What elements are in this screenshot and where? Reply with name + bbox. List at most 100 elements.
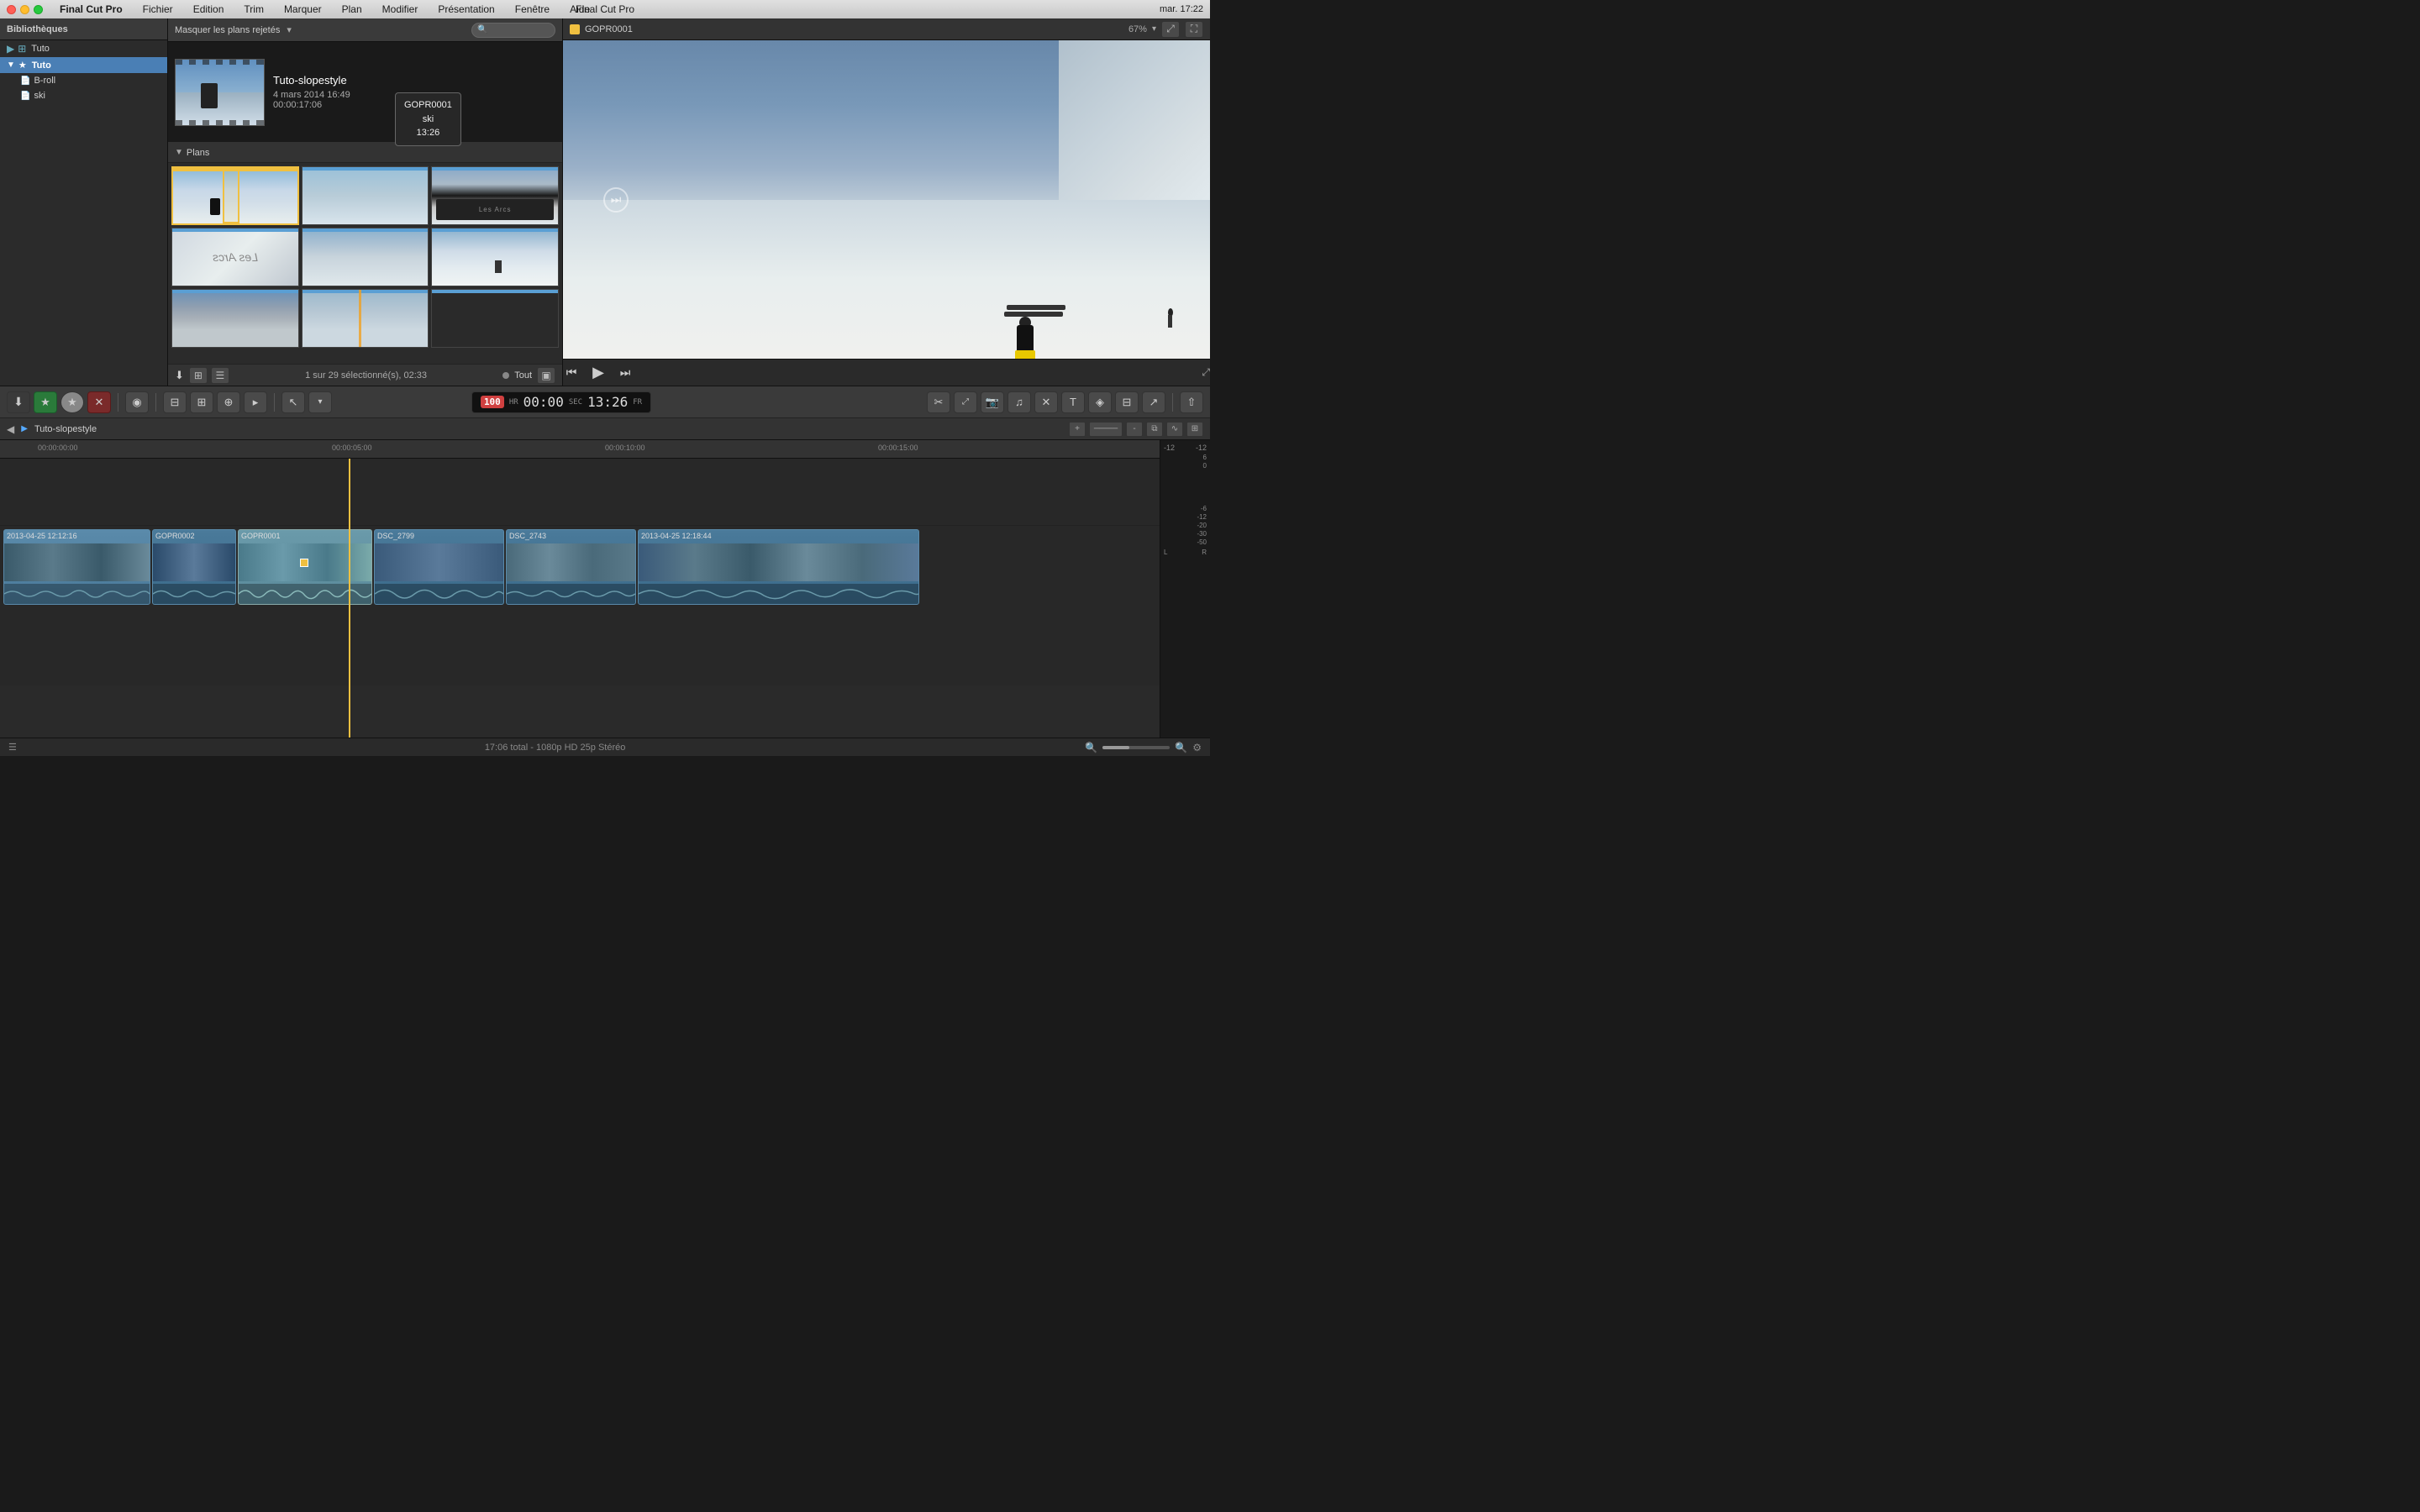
plan-thumb-1[interactable] bbox=[171, 166, 299, 225]
inspector-btn[interactable]: ⊟ bbox=[1115, 391, 1139, 413]
import-icon[interactable]: ⬇ bbox=[175, 369, 184, 382]
minimize-button[interactable] bbox=[20, 5, 29, 14]
meter-bars-container bbox=[1164, 470, 1207, 504]
sidebar-item-ski[interactable]: 📄 ski bbox=[0, 88, 167, 103]
text-btn[interactable]: T bbox=[1061, 391, 1085, 413]
clip-audio-6 bbox=[639, 584, 918, 604]
timeline-clip-4[interactable]: DSC_2799 bbox=[374, 529, 504, 605]
view-buttons: ⊞ ☰ bbox=[189, 367, 229, 384]
filmstrip-view-btn[interactable]: ⊞ bbox=[189, 367, 208, 384]
zoom-in-btn[interactable]: + bbox=[1069, 422, 1086, 437]
timeline-clip-1[interactable]: 2013-04-25 12:12:16 bbox=[3, 529, 150, 605]
plan-thumb-9[interactable] bbox=[431, 289, 559, 348]
sidebar-item-broll[interactable]: 📄 B-roll bbox=[0, 73, 167, 88]
plan-thumb-4[interactable]: Les Arcs bbox=[171, 228, 299, 286]
clip-appearance-btn[interactable]: ▣ bbox=[537, 367, 555, 384]
plan-thumb-2[interactable] bbox=[302, 166, 429, 225]
match-frame-btn[interactable]: ◉ bbox=[125, 391, 149, 413]
ruler-3: 00:00:15:00 bbox=[878, 444, 918, 452]
timeline-body: 00:00:00:00 00:00:05:00 00:00:10:00 00:0… bbox=[0, 440, 1210, 738]
timeline-clip-6[interactable]: 2013-04-25 12:18:44 bbox=[638, 529, 919, 605]
color-btn[interactable]: ◈ bbox=[1088, 391, 1112, 413]
share-btn[interactable]: ↗ bbox=[1142, 391, 1165, 413]
menu-finalcutpro[interactable]: Final Cut Pro bbox=[56, 2, 126, 17]
reject-btn[interactable]: ✕ bbox=[87, 391, 111, 413]
plan-thumb-8[interactable] bbox=[302, 289, 429, 348]
waveform-btn[interactable]: ∿ bbox=[1166, 422, 1183, 437]
plan-thumb-6[interactable] bbox=[431, 228, 559, 286]
expand-icon[interactable]: ⤢ bbox=[1202, 366, 1210, 378]
menu-presentation[interactable]: Présentation bbox=[434, 2, 497, 17]
filter-dot bbox=[502, 372, 509, 379]
viewer-fullscreen-btn[interactable]: ⛶ bbox=[1185, 21, 1203, 38]
go-to-start-btn[interactable]: ⏮ bbox=[563, 365, 580, 380]
text-overlay: Les Arcs bbox=[176, 233, 294, 281]
clip-height-btn[interactable]: ⧉ bbox=[1146, 422, 1163, 437]
menu-fichier[interactable]: Fichier bbox=[139, 2, 176, 17]
audio-wave-3 bbox=[239, 584, 371, 604]
sidebar-item-event-tuto[interactable]: ▼ ★ Tuto bbox=[0, 57, 167, 73]
share-btn2[interactable]: ⇧ bbox=[1180, 391, 1203, 413]
audio-wave-5 bbox=[507, 584, 635, 604]
clip-label-6: 2013-04-25 12:18:44 bbox=[641, 532, 712, 540]
zoom-out-btn[interactable]: - bbox=[1126, 422, 1143, 437]
menu-modifier[interactable]: Modifier bbox=[379, 2, 422, 17]
clip-thumbnail bbox=[175, 59, 265, 126]
crop-btn[interactable]: ✕ bbox=[1034, 391, 1058, 413]
list-view-btn[interactable]: ☰ bbox=[211, 367, 229, 384]
zoom-slider-bar[interactable] bbox=[1102, 746, 1170, 749]
plan-bar-7 bbox=[172, 290, 298, 293]
plans-section: ▼ Plans bbox=[168, 143, 562, 364]
trim-tool-btn[interactable]: ▾ bbox=[308, 391, 332, 413]
transform-btn[interactable]: ⤢ bbox=[954, 391, 977, 413]
import-btn[interactable]: ⬇ bbox=[7, 391, 30, 413]
audio-btn[interactable]: ♫ bbox=[1007, 391, 1031, 413]
play-btn[interactable]: ▶ bbox=[590, 364, 607, 381]
playhead[interactable] bbox=[349, 459, 350, 738]
viewer-skip-btn[interactable]: ⏭ bbox=[603, 187, 629, 213]
append-btn[interactable]: ▸ bbox=[244, 391, 267, 413]
snapping-btn[interactable]: ⊞ bbox=[1186, 422, 1203, 437]
tout-label[interactable]: Tout bbox=[514, 370, 532, 381]
zoom-plus-btn[interactable]: 🔍 bbox=[1175, 742, 1187, 753]
neutral-btn[interactable]: ★ bbox=[60, 391, 84, 413]
overwrite-btn[interactable]: ⊟ bbox=[163, 391, 187, 413]
select-tool-btn[interactable]: ↖ bbox=[281, 391, 305, 413]
timeline-back-icon[interactable]: ◀ bbox=[7, 423, 14, 435]
plan-thumb-5[interactable] bbox=[302, 228, 429, 286]
favorite-btn[interactable]: ★ bbox=[34, 391, 57, 413]
plans-header[interactable]: ▼ Plans bbox=[168, 143, 562, 163]
plan-thumb-7[interactable] bbox=[171, 289, 299, 348]
close-button[interactable] bbox=[7, 5, 16, 14]
timeline-section: ◀ ▶ Tuto-slopestyle + ──── - ⧉ ∿ ⊞ 00:00… bbox=[0, 418, 1210, 738]
menu-trim[interactable]: Trim bbox=[240, 2, 267, 17]
zoom-minus-btn[interactable]: 🔍 bbox=[1085, 742, 1097, 753]
zoom-dropdown-icon[interactable]: ▾ bbox=[1152, 24, 1156, 34]
sidebar-item-library-tuto[interactable]: ▶ ⊞ Tuto bbox=[0, 40, 167, 57]
menu-edition[interactable]: Edition bbox=[190, 2, 228, 17]
menu-marquer[interactable]: Marquer bbox=[281, 2, 325, 17]
plan-thumb-3[interactable]: Les Arcs bbox=[431, 166, 559, 225]
tooltip-duration: 13:26 bbox=[404, 126, 452, 140]
timeline-clip-5[interactable]: DSC_2743 bbox=[506, 529, 636, 605]
timeline-clip-3[interactable]: GOPR0001 bbox=[238, 529, 372, 605]
insert-btn[interactable]: ⊕ bbox=[217, 391, 240, 413]
snapshot-btn[interactable]: 📷 bbox=[981, 391, 1004, 413]
file-icon-ski: 📄 bbox=[20, 92, 30, 101]
status-text: 17:06 total - 1080p HD 25p Stéréo bbox=[25, 743, 1085, 753]
meter-mark-neg20: -20 bbox=[1164, 522, 1207, 529]
blade-btn[interactable]: ✂ bbox=[927, 391, 950, 413]
timeline-controls-right: + ──── - ⧉ ∿ ⊞ bbox=[1069, 422, 1203, 437]
tooltip-name: GOPR0001 bbox=[404, 98, 452, 113]
settings-btn[interactable]: ⚙ bbox=[1192, 742, 1202, 753]
status-list-btn[interactable]: ☰ bbox=[8, 742, 17, 753]
zoom-button[interactable] bbox=[34, 5, 43, 14]
connect-btn[interactable]: ⊞ bbox=[190, 391, 213, 413]
zoom-slider[interactable]: ──── bbox=[1089, 422, 1123, 437]
menu-fenetre[interactable]: Fenêtre bbox=[512, 2, 553, 17]
viewer-fit-btn[interactable]: ⤢ bbox=[1161, 21, 1180, 38]
event-symbol: ★ bbox=[18, 60, 27, 71]
timeline-clip-2[interactable]: GOPR0002 bbox=[152, 529, 236, 605]
menu-plan[interactable]: Plan bbox=[339, 2, 366, 17]
go-to-end-btn[interactable]: ⏭ bbox=[617, 365, 634, 380]
